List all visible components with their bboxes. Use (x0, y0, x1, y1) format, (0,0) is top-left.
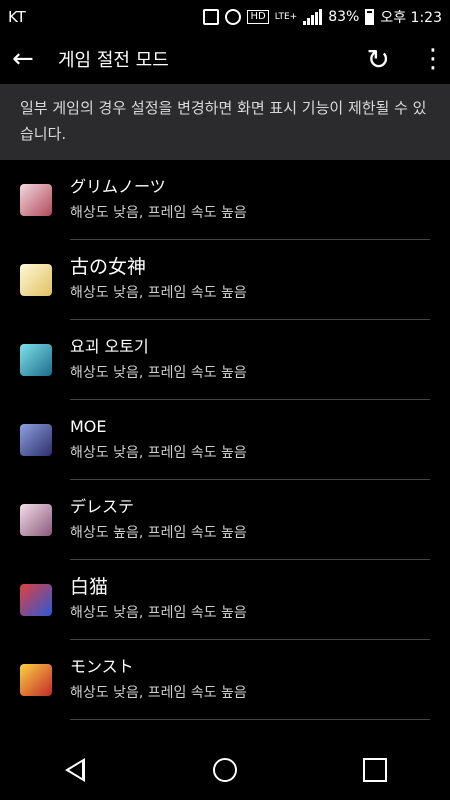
hd-icon: HD (247, 10, 269, 24)
notice-banner: 일부 게임의 경우 설정을 변경하면 화면 표시 기능이 제한될 수 있습니다. (0, 84, 450, 160)
app-icon (20, 584, 52, 616)
game-setting: 해상도 낮음, 프레임 속도 높음 (70, 445, 247, 461)
app-icon (20, 264, 52, 296)
refresh-icon[interactable]: ↻ (367, 43, 390, 76)
app-icon (20, 184, 52, 216)
game-item[interactable]: デレステ 해상도 높음, 프레임 속도 높음 (0, 480, 450, 560)
battery-percent: 83% (328, 9, 360, 25)
game-name: グリムノーツ (70, 177, 166, 196)
carrier-label: KT (8, 8, 26, 26)
game-setting: 해상도 낮음, 프레임 속도 높음 (70, 605, 247, 621)
page-title: 게임 절전 모드 (58, 50, 169, 71)
game-setting: 해상도 낮음, 프레임 속도 높음 (70, 205, 247, 221)
game-name: デレステ (70, 497, 135, 516)
nav-recents-button[interactable] (345, 755, 405, 790)
game-setting: 해상도 낮음, 프레임 속도 높음 (70, 285, 247, 301)
home-circle-icon (213, 757, 237, 782)
nav-back-button[interactable] (45, 755, 105, 790)
vibrate-icon (203, 9, 220, 25)
clock: 오후 1:23 (380, 10, 442, 26)
app-icon (20, 424, 52, 456)
signal-icon (303, 9, 323, 25)
game-setting: 해상도 낮음, 프레임 속도 높음 (70, 365, 247, 381)
network-type: LTE+ (274, 12, 298, 22)
game-name: 白猫 (70, 576, 109, 598)
battery-icon (365, 9, 375, 25)
back-triangle-icon (65, 757, 85, 782)
game-item[interactable]: MOE 해상도 낮음, 프레임 속도 높음 (0, 400, 450, 480)
arrow-left-icon[interactable]: ← (12, 44, 44, 74)
game-item[interactable]: 古の女神 해상도 낮음, 프레임 속도 높음 (0, 240, 450, 320)
status-icons: HD LTE+ 83% 오후 1:23 (203, 7, 442, 27)
game-item[interactable]: 白猫 해상도 낮음, 프레임 속도 높음 (0, 560, 450, 640)
app-icon (20, 344, 52, 376)
game-setting: 해상도 높음, 프레임 속도 높음 (70, 525, 247, 541)
game-name: 요괴 오토기 (70, 337, 149, 356)
game-item[interactable]: グリムノーツ 해상도 낮음, 프레임 속도 높음 (0, 160, 450, 240)
game-item[interactable]: 요괴 오토기 해상도 낮음, 프레임 속도 높음 (0, 320, 450, 400)
status-bar: KT HD LTE+ 83% 오후 1:23 (0, 0, 450, 34)
game-item[interactable]: モンスト 해상도 낮음, 프레임 속도 높음 (0, 640, 450, 720)
game-name: MOE (70, 417, 107, 436)
app-bar: ← 게임 절전 모드 ↻ ⋮ (0, 34, 450, 84)
alarm-icon (225, 9, 242, 25)
app-icon (20, 504, 52, 536)
game-list: グリムノーツ 해상도 낮음, 프레임 속도 높음 古の女神 해상도 낮음, 프레… (0, 160, 450, 720)
navigation-bar (0, 744, 450, 800)
game-setting: 해상도 낮음, 프레임 속도 높음 (70, 685, 247, 701)
nav-home-button[interactable] (195, 755, 255, 790)
game-name: 古の女神 (70, 256, 147, 278)
recents-square-icon (363, 757, 387, 782)
game-name: モンスト (70, 657, 134, 676)
app-icon (20, 664, 52, 696)
more-vertical-icon[interactable]: ⋮ (420, 44, 446, 74)
